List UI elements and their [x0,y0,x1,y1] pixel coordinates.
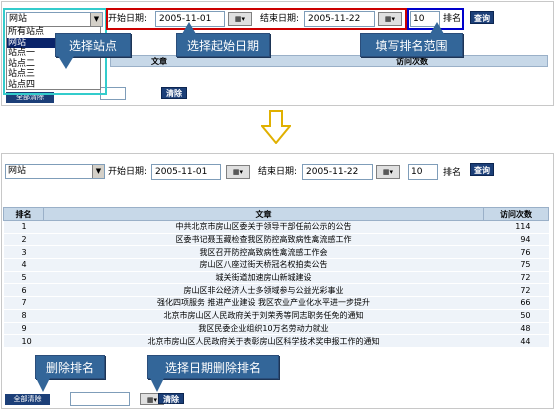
start-date-label: 开始日期: [108,14,148,24]
row-visit-count: 94 [483,233,549,247]
row-rank: 8 [3,309,44,323]
site-select-value: 网站 [9,14,28,24]
table-row: 10 北京市房山区人民政府关于表彰房山区科学技术奖申报工作的通知 44 [3,334,549,348]
table-row: 1 中共北京市房山区委关于领导干部任前公示的公告 114 [3,220,549,234]
row-rank: 2 [3,233,44,247]
callout-select-site: 选择站点 [55,33,131,57]
row-article-title[interactable]: 强化四项服务 推进产业建设 我区农业产业化水平进一步提升 [43,296,484,310]
callout-tail [58,56,74,69]
row-visit-count: 66 [483,296,549,310]
clear-date-input[interactable] [100,87,126,100]
rank-label: 排名 [443,14,462,24]
clear-button[interactable]: 清除 [158,393,184,404]
chevron-down-icon[interactable]: ▼ [92,165,104,178]
rank-input[interactable]: 10 [408,164,438,180]
end-date-input[interactable]: 2005-11-22 [302,164,373,180]
clear-button[interactable]: 清除 [161,87,187,99]
row-article-title[interactable]: 北京市房山区人民政府关于刘荣秀等同志职务任免的通知 [43,309,484,323]
table-row: 8 北京市房山区人民政府关于刘荣秀等同志职务任免的通知 50 [3,309,549,323]
table-header-row: 排名 文章 访问次数 [3,207,549,221]
site-select[interactable]: 网站 ▼ [5,164,105,179]
row-article-title[interactable]: 北京市房山区人民政府关于表彰房山区科学技术奖申报工作的通知 [43,334,484,348]
row-rank: 9 [3,322,44,336]
site-option[interactable]: 站点二 [7,59,100,70]
table-row: 3 我区召开防控高致病性禽流感工作会 76 [3,245,549,260]
calendar-icon[interactable]: ▦▾ [376,165,400,179]
rank-label: 排名 [443,168,462,178]
site-select[interactable]: 网站 ▼ [6,12,103,27]
table-row: 5 城关街道加速房山新城建设 72 [3,271,549,285]
row-visit-count: 76 [483,245,549,260]
row-rank: 6 [3,283,44,298]
row-visit-count: 75 [483,258,549,272]
site-select-value: 网站 [8,166,27,176]
row-article-title[interactable]: 房山区八座过街天桥冠名权拍卖公告 [43,258,484,272]
site-option[interactable]: 站点三 [7,69,100,80]
row-rank: 5 [3,271,44,285]
row-article-title[interactable]: 我区民委企业组织10万名劳动力就业 [43,322,484,336]
query-button[interactable]: 查询 [470,11,494,24]
table-row: 9 我区民委企业组织10万名劳动力就业 48 [3,322,549,336]
query-button[interactable]: 查询 [470,163,494,176]
start-date-input[interactable]: 2005-11-01 [151,164,221,180]
callout-tail [430,22,444,34]
start-date-label: 开始日期: [108,167,148,177]
callout-tail [182,22,196,34]
calendar-icon[interactable]: ▦▾ [378,12,402,26]
callout-delete-rank: 删除排名 [35,355,105,379]
header-article: 文章 [151,57,167,66]
table-row: 6 房山区非公经济人士多领域参与公益光彩事业 72 [3,283,549,298]
row-visit-count: 72 [483,283,549,298]
table-row: 2 区委书记聂玉藏检查我区防控高致病性禽流感工作 94 [3,233,549,247]
row-article-title[interactable]: 城关街道加速房山新城建设 [43,271,484,285]
callout-select-start: 选择起始日期 [176,33,270,57]
row-rank: 7 [3,296,44,310]
row-article-title[interactable]: 房山区非公经济人士多领域参与公益光彩事业 [43,283,484,298]
clear-date-input[interactable] [70,392,130,406]
row-visit-count: 114 [483,220,549,234]
row-rank: 4 [3,258,44,272]
calendar-icon[interactable]: ▦▾ [226,165,250,179]
end-date-label: 结束日期: [260,14,300,24]
header-article: 文章 [43,207,484,221]
row-article-title[interactable]: 我区召开防控高致病性禽流感工作会 [43,245,484,260]
site-option[interactable]: 站点四 [7,80,100,91]
end-date-label: 结束日期: [258,167,298,177]
calendar-icon[interactable]: ▦▾ [228,12,252,26]
row-visit-count: 44 [483,334,549,348]
ranking-table: 排名 文章 访问次数 1 中共北京市房山区委关于领导干部任前公示的公告 114 2 区委… [3,207,549,348]
arrow-down-icon [261,110,291,144]
row-article-title[interactable]: 中共北京市房山区委关于领导干部任前公示的公告 [43,220,484,234]
clear-all-button[interactable]: 全部清除 [5,394,50,405]
callout-tail [150,378,164,392]
header-rank: 排名 [3,207,44,221]
row-visit-count: 72 [483,271,549,285]
row-rank: 10 [3,334,44,348]
table-row: 7 强化四项服务 推进产业建设 我区农业产业化水平进一步提升 66 [3,296,549,310]
clear-all-button[interactable]: 全部清除 [6,92,54,103]
row-rank: 1 [3,220,44,234]
row-visit-count: 50 [483,309,549,323]
row-rank: 3 [3,245,44,260]
callout-fill-rank: 填写排名范围 [360,33,463,57]
callout-tail [36,378,50,392]
end-date-input[interactable]: 2005-11-22 [304,11,375,27]
callout-delete-by-date: 选择日期删除排名 [147,355,279,379]
row-article-title[interactable]: 区委书记聂玉藏检查我区防控高致病性禽流感工作 [43,233,484,247]
header-visits: 访问次数 [483,207,549,221]
table-row: 4 房山区八座过街天桥冠名权拍卖公告 75 [3,258,549,272]
row-visit-count: 48 [483,322,549,336]
chevron-down-icon[interactable]: ▼ [90,13,102,26]
